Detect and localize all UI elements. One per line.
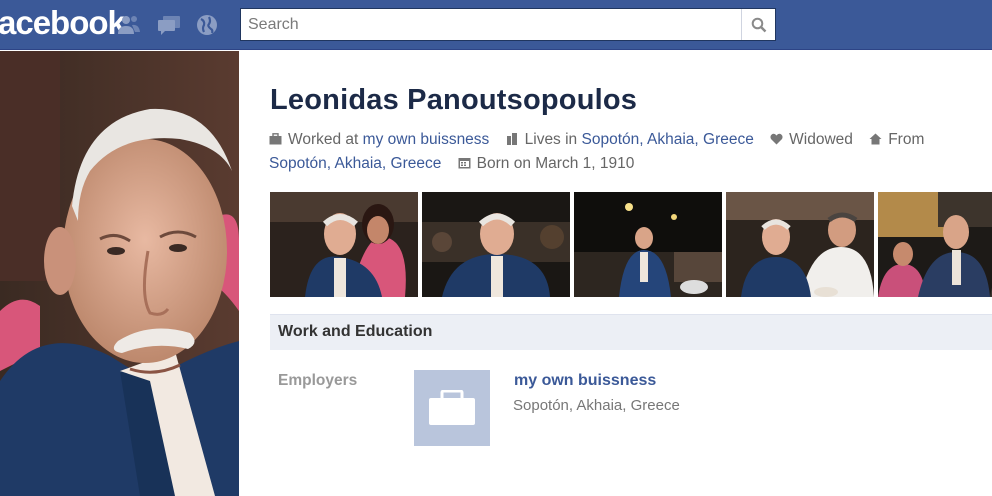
worked-prefix: Worked at <box>288 131 363 148</box>
birthday-text: Born on March 1, 1910 <box>476 155 635 172</box>
employer-location: Sopotón, Akhaia, Greece <box>513 397 680 414</box>
house-icon <box>869 133 882 145</box>
photo-thumbnail[interactable] <box>878 192 992 297</box>
briefcase-icon <box>269 133 282 145</box>
lives-prefix: Lives in <box>524 131 582 148</box>
photo-thumbnail[interactable] <box>422 192 570 297</box>
notifications-globe-icon[interactable] <box>194 13 220 37</box>
lives-in-link[interactable]: Sopotón, Akhaia, Greece <box>582 131 754 148</box>
from-prefix: From <box>888 131 925 148</box>
heart-icon <box>770 133 783 145</box>
hometown-link[interactable]: Sopotón, Akhaia, Greece <box>269 155 441 172</box>
relationship-info: Widowed <box>770 131 857 148</box>
search-box <box>240 8 776 41</box>
work-info: Worked at my own buissness <box>269 131 494 148</box>
facebook-logo[interactable]: facebook <box>0 4 126 42</box>
search-icon <box>751 17 766 32</box>
workplace-link[interactable]: my own buissness <box>363 131 490 148</box>
photos-strip <box>270 192 992 297</box>
profile-name[interactable]: Leonidas Panoutsopoulos <box>270 84 637 117</box>
photo-thumbnail[interactable] <box>574 192 722 297</box>
search-input[interactable] <box>241 9 741 40</box>
profile-picture[interactable] <box>0 51 239 496</box>
lives-info: Lives in Sopotón, Akhaia, Greece <box>506 131 759 148</box>
messages-icon[interactable] <box>156 13 182 37</box>
calendar-icon <box>458 158 471 169</box>
profile-info-summary: Worked at my own buissness Lives in Sopo… <box>269 128 989 176</box>
section-title: Work and Education <box>278 323 433 340</box>
employer-name-link[interactable]: my own buissness <box>514 372 656 390</box>
hometown-info: From <box>869 131 924 148</box>
work-education-header: Work and Education <box>270 314 992 350</box>
birthday-info: Born on March 1, 1910 <box>458 155 635 172</box>
search-button[interactable] <box>741 9 775 40</box>
relationship-status: Widowed <box>789 131 853 148</box>
employers-label: Employers <box>278 372 358 389</box>
photo-thumbnail[interactable] <box>726 192 874 297</box>
hometown-link-wrap: Sopotón, Akhaia, Greece <box>269 155 441 172</box>
photo-thumbnail[interactable] <box>270 192 418 297</box>
briefcase-placeholder-icon <box>429 390 475 425</box>
buildings-icon <box>506 133 517 145</box>
top-navigation-bar: facebook <box>0 0 992 50</box>
employer-logo[interactable] <box>414 370 490 446</box>
friends-icon[interactable] <box>116 13 142 37</box>
profile-main-column: Leonidas Panoutsopoulos Worked at my own… <box>240 51 992 496</box>
